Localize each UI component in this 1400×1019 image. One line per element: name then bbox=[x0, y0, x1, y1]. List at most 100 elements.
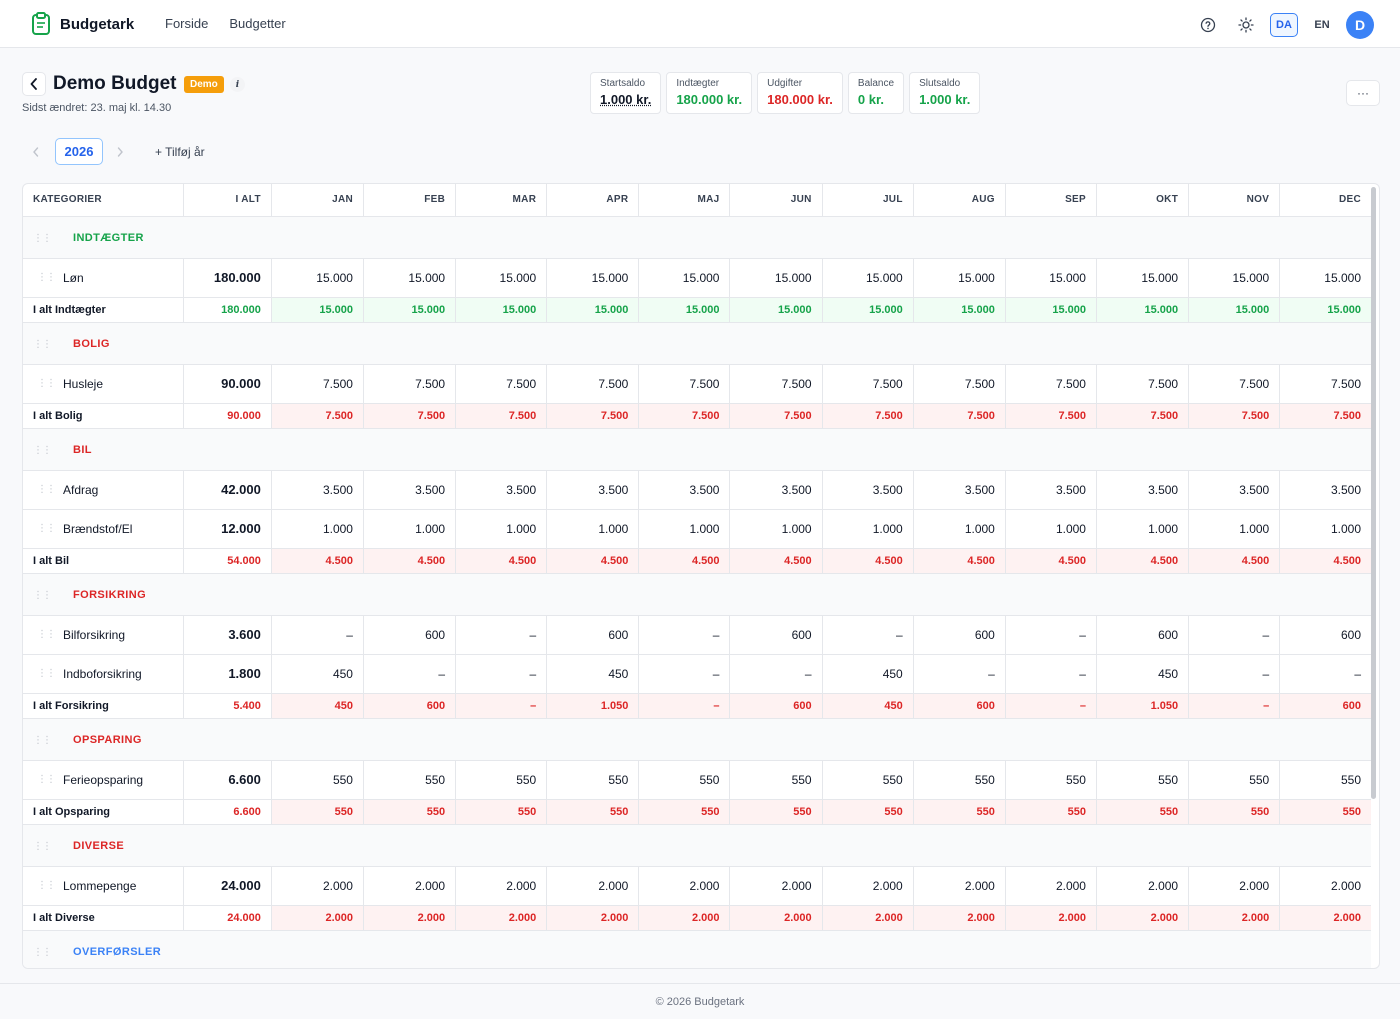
item-name-cell[interactable]: ⋮⋮ Løn bbox=[23, 258, 184, 298]
nav-forside[interactable]: Forside bbox=[165, 16, 208, 31]
category-name[interactable]: FORSIKRING bbox=[73, 589, 146, 601]
month-value-cell[interactable]: 600 bbox=[363, 615, 457, 655]
month-value-cell[interactable]: 3.500 bbox=[729, 470, 823, 510]
month-value-cell[interactable]: 7.500 bbox=[1188, 364, 1281, 404]
month-value-cell[interactable]: 3.500 bbox=[1096, 470, 1190, 510]
month-value-cell[interactable]: 15.000 bbox=[822, 258, 914, 298]
month-value-cell[interactable]: 1.000 bbox=[1279, 509, 1371, 549]
month-value-cell[interactable]: 1.000 bbox=[363, 509, 457, 549]
month-value-cell[interactable]: 550 bbox=[546, 760, 640, 800]
month-value-cell[interactable]: 3.500 bbox=[1188, 470, 1281, 510]
month-value-cell[interactable]: 3.500 bbox=[822, 470, 914, 510]
month-value-cell[interactable]: 550 bbox=[1096, 760, 1190, 800]
month-value-cell[interactable]: 600 bbox=[913, 615, 1006, 655]
month-value-cell[interactable]: – bbox=[1188, 654, 1281, 694]
month-value-cell[interactable]: 450 bbox=[546, 654, 640, 694]
month-value-cell[interactable]: 550 bbox=[729, 760, 823, 800]
month-value-cell[interactable]: 7.500 bbox=[546, 364, 640, 404]
month-value-cell[interactable]: 550 bbox=[363, 760, 457, 800]
month-value-cell[interactable]: 1.000 bbox=[913, 509, 1006, 549]
month-value-cell[interactable]: 3.500 bbox=[1005, 470, 1097, 510]
month-value-cell[interactable]: – bbox=[1188, 615, 1281, 655]
drag-handle-icon[interactable]: ⋮⋮ bbox=[37, 523, 56, 534]
month-value-cell[interactable]: 3.500 bbox=[546, 470, 640, 510]
month-value-cell[interactable]: 1.000 bbox=[455, 509, 548, 549]
month-value-cell[interactable]: 2.000 bbox=[455, 866, 548, 906]
month-value-cell[interactable]: 600 bbox=[1096, 615, 1190, 655]
month-value-cell[interactable]: – bbox=[729, 654, 823, 694]
item-name-cell[interactable]: ⋮⋮ Lommepenge bbox=[23, 866, 184, 906]
category-name[interactable]: DIVERSE bbox=[73, 840, 124, 852]
year-selector[interactable]: 2026 bbox=[55, 138, 103, 165]
drag-handle-icon[interactable]: ⋮⋮ bbox=[33, 735, 52, 746]
month-value-cell[interactable]: 3.500 bbox=[271, 470, 364, 510]
drag-handle-icon[interactable]: ⋮⋮ bbox=[37, 774, 56, 785]
drag-handle-icon[interactable]: ⋮⋮ bbox=[37, 880, 56, 891]
month-value-cell[interactable]: 7.500 bbox=[822, 364, 914, 404]
month-value-cell[interactable]: 15.000 bbox=[1188, 258, 1281, 298]
lang-en-button[interactable]: EN bbox=[1308, 13, 1336, 37]
drag-handle-icon[interactable]: ⋮⋮ bbox=[37, 668, 56, 679]
help-button[interactable] bbox=[1194, 12, 1222, 38]
month-value-cell[interactable]: 15.000 bbox=[1096, 258, 1190, 298]
month-value-cell[interactable]: 550 bbox=[1188, 760, 1281, 800]
month-value-cell[interactable]: – bbox=[455, 654, 548, 694]
month-value-cell[interactable]: 7.500 bbox=[271, 364, 364, 404]
drag-handle-icon[interactable]: ⋮⋮ bbox=[33, 445, 52, 456]
month-value-cell[interactable]: 1.000 bbox=[1096, 509, 1190, 549]
month-value-cell[interactable]: 550 bbox=[1005, 760, 1097, 800]
item-name-cell[interactable]: ⋮⋮ Afdrag bbox=[23, 470, 184, 510]
month-value-cell[interactable]: 550 bbox=[1279, 760, 1371, 800]
info-icon[interactable]: i bbox=[230, 77, 245, 92]
nav-budgetter[interactable]: Budgetter bbox=[229, 16, 285, 31]
month-value-cell[interactable]: 2.000 bbox=[913, 866, 1006, 906]
drag-handle-icon[interactable]: ⋮⋮ bbox=[37, 629, 56, 640]
category-name[interactable]: INDTÆGTER bbox=[73, 232, 144, 244]
month-value-cell[interactable]: 600 bbox=[729, 615, 823, 655]
month-value-cell[interactable]: – bbox=[638, 654, 731, 694]
month-value-cell[interactable]: 3.500 bbox=[913, 470, 1006, 510]
month-value-cell[interactable]: 2.000 bbox=[1005, 866, 1097, 906]
month-value-cell[interactable]: 3.500 bbox=[1279, 470, 1371, 510]
month-value-cell[interactable]: 7.500 bbox=[913, 364, 1006, 404]
month-value-cell[interactable]: 15.000 bbox=[271, 258, 364, 298]
month-value-cell[interactable]: 7.500 bbox=[638, 364, 731, 404]
category-name[interactable]: OVERFØRSLER bbox=[73, 946, 161, 958]
month-value-cell[interactable]: 2.000 bbox=[546, 866, 640, 906]
month-value-cell[interactable]: 600 bbox=[1279, 615, 1371, 655]
item-name-cell[interactable]: ⋮⋮ Bilforsikring bbox=[23, 615, 184, 655]
month-value-cell[interactable]: 15.000 bbox=[363, 258, 457, 298]
category-name[interactable]: BOLIG bbox=[73, 338, 110, 350]
month-value-cell[interactable]: 7.500 bbox=[455, 364, 548, 404]
month-value-cell[interactable]: 15.000 bbox=[546, 258, 640, 298]
month-value-cell[interactable]: 15.000 bbox=[913, 258, 1006, 298]
month-value-cell[interactable]: 1.000 bbox=[729, 509, 823, 549]
lang-da-button[interactable]: DA bbox=[1270, 13, 1298, 37]
month-value-cell[interactable]: 2.000 bbox=[638, 866, 731, 906]
month-value-cell[interactable]: – bbox=[1279, 654, 1371, 694]
month-value-cell[interactable]: 2.000 bbox=[729, 866, 823, 906]
month-value-cell[interactable]: 550 bbox=[913, 760, 1006, 800]
month-value-cell[interactable]: 1.000 bbox=[822, 509, 914, 549]
user-avatar[interactable]: D bbox=[1346, 11, 1374, 39]
drag-handle-icon[interactable]: ⋮⋮ bbox=[37, 272, 56, 283]
item-name-cell[interactable]: ⋮⋮ Ferieopsparing bbox=[23, 760, 184, 800]
theme-toggle-button[interactable] bbox=[1232, 12, 1260, 38]
back-button[interactable] bbox=[22, 72, 46, 96]
drag-handle-icon[interactable]: ⋮⋮ bbox=[33, 947, 52, 958]
month-value-cell[interactable]: 3.500 bbox=[638, 470, 731, 510]
month-value-cell[interactable]: – bbox=[1005, 654, 1097, 694]
month-value-cell[interactable]: 7.500 bbox=[1005, 364, 1097, 404]
drag-handle-icon[interactable]: ⋮⋮ bbox=[37, 484, 56, 495]
month-value-cell[interactable]: 15.000 bbox=[1005, 258, 1097, 298]
month-value-cell[interactable]: – bbox=[363, 654, 457, 694]
month-value-cell[interactable]: 600 bbox=[546, 615, 640, 655]
item-name-cell[interactable]: ⋮⋮ Brændstof/El bbox=[23, 509, 184, 549]
item-name-cell[interactable]: ⋮⋮ Husleje bbox=[23, 364, 184, 404]
month-value-cell[interactable]: 2.000 bbox=[822, 866, 914, 906]
month-value-cell[interactable]: 450 bbox=[822, 654, 914, 694]
month-value-cell[interactable]: 1.000 bbox=[1188, 509, 1281, 549]
month-value-cell[interactable]: 15.000 bbox=[638, 258, 731, 298]
year-prev-button[interactable] bbox=[24, 140, 48, 164]
category-name[interactable]: BIL bbox=[73, 444, 92, 456]
